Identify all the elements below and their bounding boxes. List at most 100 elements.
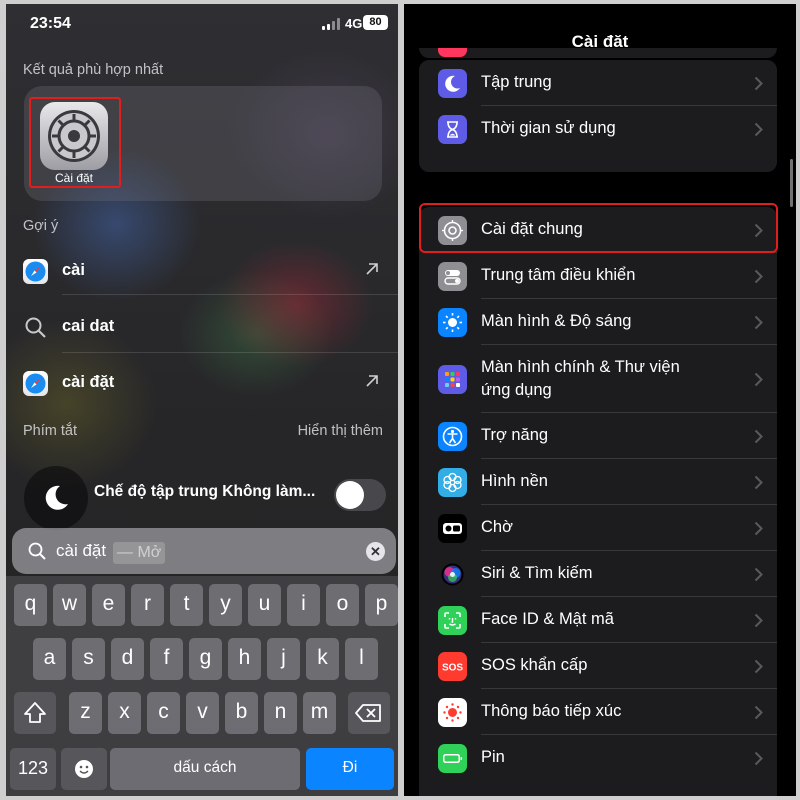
key-n[interactable]: n: [264, 692, 297, 734]
key-m[interactable]: m: [303, 692, 336, 734]
divider: [62, 294, 398, 295]
focus-shortcut-icon: [24, 466, 88, 530]
settings-row-label: Màn hình chính & Thư viện ứng dụng: [481, 358, 680, 399]
focus-toggle[interactable]: [334, 479, 386, 511]
settings-row-label: Pin: [481, 748, 505, 766]
key-i[interactable]: i: [287, 584, 320, 626]
key-f[interactable]: f: [150, 638, 183, 680]
settings-row[interactable]: SOS SOS khẩn cấp: [419, 643, 777, 689]
accessibility-icon: [438, 422, 467, 451]
key-y[interactable]: y: [209, 584, 242, 626]
suggestion-text: cài đặt: [62, 373, 115, 391]
settings-row[interactable]: Thời gian sử dụng: [419, 106, 777, 152]
key-d[interactable]: d: [111, 638, 144, 680]
highlight-box: [419, 203, 778, 253]
key-c[interactable]: c: [147, 692, 180, 734]
settings-row-label: Thông báo tiếp xúc: [481, 702, 622, 720]
key-r[interactable]: r: [131, 584, 164, 626]
key-s[interactable]: s: [72, 638, 105, 680]
settings-row[interactable]: Hình nền: [419, 459, 777, 505]
keyboard: q w e r t y u i o p a s d f g h j k l z x c v b n m 123 dấu cách Đi: [6, 576, 398, 796]
key-g[interactable]: g: [189, 638, 222, 680]
settings-row-label: SOS khẩn cấp: [481, 656, 588, 674]
go-key[interactable]: Đi: [306, 748, 394, 790]
settings-row[interactable]: Trợ năng: [419, 413, 777, 459]
key-q[interactable]: q: [14, 584, 47, 626]
key-w[interactable]: w: [53, 584, 86, 626]
key-t[interactable]: t: [170, 584, 203, 626]
cellular-signal-icon: [322, 18, 342, 30]
key-l[interactable]: l: [345, 638, 378, 680]
delete-key[interactable]: [348, 692, 390, 734]
key-h[interactable]: h: [228, 638, 261, 680]
settings-row[interactable]: Màn hình & Độ sáng: [419, 299, 777, 345]
face-id-icon: [438, 606, 467, 635]
key-x[interactable]: x: [108, 692, 141, 734]
suggestion-item[interactable]: cài: [6, 248, 398, 294]
scroll-indicator[interactable]: [790, 159, 793, 207]
settings-row-label: Thời gian sử dụng: [481, 119, 616, 137]
suggestion-item[interactable]: cài đặt: [6, 360, 398, 406]
chevron-right-icon: [754, 372, 763, 387]
chevron-right-icon: [754, 315, 763, 330]
search-bar[interactable]: cài đặt — Mở ✕: [12, 528, 396, 574]
chevron-right-icon: [754, 613, 763, 628]
screenshot-composite: 23:54 4G 80 Kết quả phù hợp nhất Cài đặt: [0, 0, 800, 800]
best-match-heading: Kết quả phù hợp nhất: [23, 62, 164, 78]
key-z[interactable]: z: [69, 692, 102, 734]
moon-icon: [438, 69, 467, 98]
shift-icon: [24, 702, 46, 723]
shift-key[interactable]: [14, 692, 56, 734]
chevron-right-icon: [754, 659, 763, 674]
search-open-hint: — Mở: [113, 542, 166, 564]
chevron-right-icon: [754, 429, 763, 444]
flower-icon: [438, 468, 467, 497]
settings-app-icon[interactable]: [40, 102, 108, 170]
settings-row[interactable]: Pin: [419, 735, 777, 781]
battery-icon: [438, 744, 467, 773]
settings-row-label: Tập trung: [481, 73, 552, 91]
settings-row-label: Màn hình & Độ sáng: [481, 312, 632, 330]
space-key[interactable]: dấu cách: [110, 748, 300, 790]
settings-app-label: Cài đặt: [54, 171, 94, 185]
divider: [62, 352, 398, 353]
battery-indicator: 80: [363, 15, 388, 30]
key-u[interactable]: u: [248, 584, 281, 626]
settings-row[interactable]: Thông báo tiếp xúc: [419, 689, 777, 735]
key-k[interactable]: k: [306, 638, 339, 680]
settings-row[interactable]: Tập trung: [419, 60, 777, 106]
settings-row[interactable]: Trung tâm điều khiển: [419, 253, 777, 299]
focus-shortcut-label: Chế độ tập trung Không làm...: [94, 483, 316, 500]
key-j[interactable]: j: [267, 638, 300, 680]
emoji-key[interactable]: [61, 748, 107, 790]
key-o[interactable]: o: [326, 584, 359, 626]
arrow-up-right-icon: [366, 263, 378, 275]
safari-icon: [23, 371, 48, 396]
chevron-right-icon: [754, 705, 763, 720]
key-a[interactable]: a: [33, 638, 66, 680]
search-input[interactable]: cài đặt: [56, 541, 106, 561]
settings-row[interactable]: Màn hình chính & Thư viện ứng dụng: [419, 345, 777, 413]
chevron-right-icon: [754, 122, 763, 137]
settings-row[interactable]: Chờ: [419, 505, 777, 551]
key-b[interactable]: b: [225, 692, 258, 734]
suggestion-item[interactable]: cai dat: [6, 304, 398, 350]
settings-row[interactable]: Siri & Tìm kiếm: [419, 551, 777, 597]
key-e[interactable]: e: [92, 584, 125, 626]
show-more-link[interactable]: Hiển thị thêm: [298, 423, 383, 439]
shortcuts-heading: Phím tắt: [23, 423, 77, 439]
key-p[interactable]: p: [365, 584, 398, 626]
key-v[interactable]: v: [186, 692, 219, 734]
chevron-right-icon: [754, 475, 763, 490]
settings-row-label: Face ID & Mật mã: [481, 610, 614, 628]
numbers-key[interactable]: 123: [10, 748, 56, 790]
partial-row-icon: [438, 48, 467, 57]
toggles-icon: [438, 262, 467, 291]
safari-icon: [23, 259, 48, 284]
clear-search-button[interactable]: ✕: [366, 542, 385, 561]
settings-row[interactable]: Face ID & Mật mã: [419, 597, 777, 643]
settings-row-label: Siri & Tìm kiếm: [481, 564, 593, 582]
sos-icon: SOS: [438, 652, 467, 681]
siri-icon: [438, 560, 467, 589]
backspace-icon: [355, 704, 381, 722]
